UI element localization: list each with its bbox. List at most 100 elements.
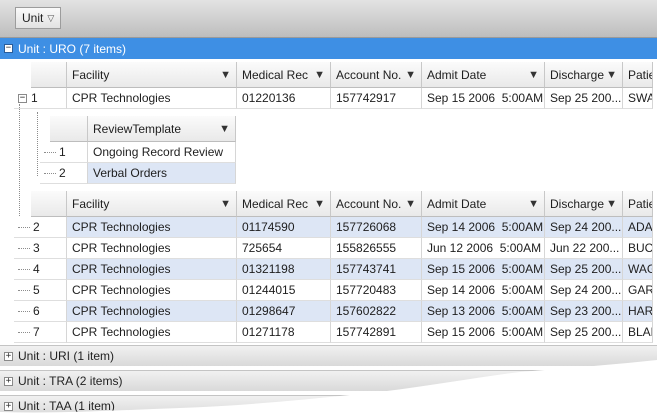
row-number: 7 (33, 325, 40, 339)
cell-patient[interactable]: WAG (623, 259, 653, 280)
column-header-medical-rec[interactable]: Medical Rec ▼ (237, 191, 331, 217)
cell-account[interactable]: 157602822 (331, 301, 422, 322)
cell-facility[interactable]: CPR Technologies (67, 259, 237, 280)
cell-medical-rec[interactable]: 01321198 (237, 259, 331, 280)
table-row[interactable]: 3 CPR Technologies 725654 155826555 Jun … (14, 238, 653, 259)
filter-icon[interactable]: ▼ (314, 69, 325, 81)
column-title: ReviewTemplate (93, 121, 182, 136)
column-header-medical-rec[interactable]: Medical Rec ▼ (237, 62, 331, 88)
group-header-tra[interactable]: + Unit : TRA (2 items) (0, 370, 657, 391)
cell-facility[interactable]: CPR Technologies (67, 88, 237, 109)
detail-row[interactable]: 2 Verbal Orders (40, 163, 236, 184)
group-chip-label: Unit (22, 11, 44, 25)
tree-connector (18, 226, 30, 228)
filter-icon[interactable]: ▼ (528, 198, 539, 210)
cell-medical-rec[interactable]: 01174590 (237, 217, 331, 238)
column-header-discharge[interactable]: Discharge ▼ (545, 191, 623, 217)
cell-discharge[interactable]: Sep 24 200... (545, 217, 623, 238)
tree-connector (44, 172, 56, 174)
cell-admit-date[interactable]: Sep 15 2006 5:00AM (422, 259, 545, 280)
column-header-account[interactable]: Account No. ▼ (331, 191, 422, 217)
cell-account[interactable]: 157726068 (331, 217, 422, 238)
cell-facility[interactable]: CPR Technologies (67, 322, 237, 343)
filter-icon[interactable]: ▼ (220, 69, 231, 81)
detail-header-row: ReviewTemplate ▼ (50, 116, 236, 142)
column-header-patient[interactable]: Patie (623, 191, 653, 217)
column-header-facility[interactable]: Facility ▼ (67, 62, 237, 88)
column-header-discharge[interactable]: Discharge ▼ (545, 62, 623, 88)
detail-row[interactable]: 1 Ongoing Record Review (40, 142, 236, 163)
column-header-patient[interactable]: Patie (623, 62, 653, 88)
expand-icon[interactable]: + (4, 401, 13, 411)
cell-admit-date[interactable]: Sep 15 2006 5:00AM (422, 322, 545, 343)
cell-medical-rec[interactable]: 01298647 (237, 301, 331, 322)
cell-review-template[interactable]: Verbal Orders (88, 163, 236, 184)
cell-admit-date[interactable]: Sep 14 2006 5:00AM (422, 280, 545, 301)
cell-patient[interactable]: BLAK (623, 322, 653, 343)
group-header-uri[interactable]: + Unit : URI (1 item) (0, 345, 657, 366)
column-title: Discharge (550, 196, 605, 211)
group-header-uro[interactable]: − Unit : URO (7 items) (0, 38, 657, 59)
cell-discharge[interactable]: Sep 25 200... (545, 322, 623, 343)
tree-connector (18, 289, 30, 291)
cell-patient[interactable]: SWA (623, 88, 653, 109)
cell-facility[interactable]: CPR Technologies (67, 301, 237, 322)
cell-medical-rec[interactable]: 725654 (237, 238, 331, 259)
cell-admit-date[interactable]: Sep 13 2006 5:00AM (422, 301, 545, 322)
table-row[interactable]: 7 CPR Technologies 01271178 157742891 Se… (14, 322, 653, 343)
cell-facility[interactable]: CPR Technologies (67, 280, 237, 301)
table-row[interactable]: 6 CPR Technologies 01298647 157602822 Se… (14, 301, 653, 322)
column-header-admit-date[interactable]: Admit Date ▼ (422, 62, 545, 88)
cell-admit-date[interactable]: Sep 14 2006 5:00AM (422, 217, 545, 238)
cell-facility[interactable]: CPR Technologies (67, 238, 237, 259)
cell-patient[interactable]: HARI (623, 301, 653, 322)
filter-icon[interactable]: ▼ (528, 69, 539, 81)
cell-admit-date[interactable]: Sep 15 2006 5:00AM (422, 88, 545, 109)
cell-account[interactable]: 157720483 (331, 280, 422, 301)
table-row[interactable]: 4 CPR Technologies 01321198 157743741 Se… (14, 259, 653, 280)
column-header-review-template[interactable]: ReviewTemplate ▼ (88, 116, 236, 142)
cell-account[interactable]: 157743741 (331, 259, 422, 280)
cell-discharge[interactable]: Sep 25 200... (545, 88, 623, 109)
cell-facility[interactable]: CPR Technologies (67, 217, 237, 238)
collapse-icon[interactable]: − (4, 44, 13, 53)
cell-patient[interactable]: ADAI (623, 217, 653, 238)
cell-patient[interactable]: BUCK (623, 238, 653, 259)
table-row[interactable]: 2 CPR Technologies 01174590 157726068 Se… (14, 217, 653, 238)
filter-icon[interactable]: ▼ (606, 69, 617, 81)
cell-discharge[interactable]: Sep 24 200... (545, 280, 623, 301)
expand-icon[interactable]: + (4, 351, 13, 361)
filter-icon[interactable]: ▼ (405, 69, 416, 81)
tree-connector (18, 331, 30, 333)
column-header-admit-date[interactable]: Admit Date ▼ (422, 191, 545, 217)
cell-discharge[interactable]: Jun 22 200... (545, 238, 623, 259)
filter-icon[interactable]: ▼ (219, 123, 230, 135)
funnel-outline-icon[interactable]: ▽ (47, 13, 54, 24)
cell-patient[interactable]: GARI (623, 280, 653, 301)
cell-medical-rec[interactable]: 01244015 (237, 280, 331, 301)
cell-account[interactable]: 157742891 (331, 322, 422, 343)
filter-icon[interactable]: ▼ (405, 198, 416, 210)
column-header-account[interactable]: Account No. ▼ (331, 62, 422, 88)
filter-icon[interactable]: ▼ (314, 198, 325, 210)
cell-admit-date[interactable]: Jun 12 2006 5:00AM (422, 238, 545, 259)
column-header-facility[interactable]: Facility ▼ (67, 191, 237, 217)
group-chip-unit[interactable]: Unit ▽ (15, 7, 62, 29)
cell-discharge[interactable]: Sep 25 200... (545, 259, 623, 280)
table-row[interactable]: 5 CPR Technologies 01244015 157720483 Se… (14, 280, 653, 301)
cell-discharge[interactable]: Sep 23 200... (545, 301, 623, 322)
cell-account[interactable]: 157742917 (331, 88, 422, 109)
cell-review-template[interactable]: Ongoing Record Review (88, 142, 236, 163)
expand-icon[interactable]: + (4, 376, 13, 386)
table-row[interactable]: − 1 CPR Technologies 01220136 157742917 … (14, 88, 653, 109)
filter-icon[interactable]: ▼ (606, 198, 617, 210)
cell-medical-rec[interactable]: 01271178 (237, 322, 331, 343)
group-label: Unit : TRA (2 items) (18, 374, 123, 388)
filter-icon[interactable]: ▼ (220, 198, 231, 210)
collapse-row-icon[interactable]: − (18, 93, 27, 103)
cell-medical-rec[interactable]: 01220136 (237, 88, 331, 109)
group-header-taa[interactable]: + Unit : TAA (1 item) (0, 395, 657, 416)
column-title: Account No. (336, 196, 402, 211)
row-number: 2 (33, 220, 40, 234)
cell-account[interactable]: 155826555 (331, 238, 422, 259)
